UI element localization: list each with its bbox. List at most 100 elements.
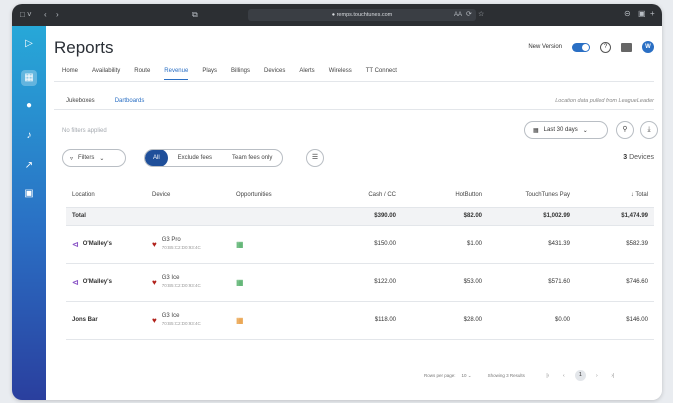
device-name: G3 Pro [161,237,181,243]
tt-pay-value: $571.60 [488,263,576,302]
main-content: Reports New Version ? W Home Availabilit… [46,26,662,400]
tabs-icon[interactable]: ▣ [638,9,646,19]
tab-alerts[interactable]: Alerts [299,68,314,80]
tab-overview-icon[interactable]: □ ˅ [20,10,32,20]
device-mac: 70:B5:C2:D0:93:4C [161,245,201,250]
total-tt-pay: $1,002.99 [488,207,576,226]
table-row[interactable]: Jons Bar ♥ G3 Ice 70:B5:C2:D0:93:4C ▦ $118… [66,301,654,340]
trend-icon[interactable]: ↗ [21,158,37,174]
location-name[interactable]: Jons Bar [72,317,98,323]
search-button[interactable]: ⚲ [616,121,634,139]
segment-all[interactable]: All [145,150,168,166]
location-name[interactable]: O'Malley's [83,279,112,285]
first-page-icon[interactable]: |‹ [543,373,553,379]
tt-pay-value: $431.39 [488,225,576,264]
total-row: Total $390.00 $82.00 $1,002.99 $1,474.99 [66,207,654,226]
reader-icon[interactable]: AA [454,10,462,20]
new-version-toggle[interactable] [572,42,590,52]
columns-icon[interactable]: ☰ [306,149,324,167]
segment-exclude-fees[interactable]: Exclude fees [168,150,222,166]
prev-page-icon[interactable]: ‹ [559,373,569,379]
share-icon: ⊲ [72,239,79,249]
col-cash-cc[interactable]: Cash / CC [334,183,402,208]
cash-cc-value: $122.00 [334,263,402,302]
address-bar[interactable]: ● remps.touchtunes.com [248,9,476,21]
location-icon[interactable]: ● [21,98,37,114]
rows-per-page-select[interactable]: 10 ⌄ [462,373,472,379]
table-row[interactable]: ⊲ O'Malley's ♥ G3 Pro 70:B5:C2:D0:93:4C ▦ $… [66,225,654,264]
star-icon[interactable]: ☆ [478,10,484,20]
device-count-suffix: Devices [629,154,654,161]
downloads-icon[interactable]: ⊝ [624,9,631,19]
cash-cc-value: $118.00 [334,301,402,340]
table-header-row: Location Device Opportunities Cash / CC … [66,183,654,208]
col-location[interactable]: Location [66,183,146,208]
header-actions: New Version ? W [528,40,654,54]
new-tab-icon[interactable]: + [650,9,655,19]
opportunity-icon[interactable]: ▦ [236,240,244,249]
col-total[interactable]: ↓ Total [576,183,654,208]
logo-icon[interactable]: ▷ [21,36,37,52]
tab-billings[interactable]: Billings [231,68,250,80]
col-device[interactable]: Device [146,183,230,208]
calendar-icon: ▦ [533,127,539,134]
opportunity-icon[interactable]: ▦ [236,278,244,287]
device-mac: 70:B5:C2:D0:93:4C [161,321,201,326]
forward-icon[interactable]: › [56,10,59,20]
next-page-icon[interactable]: › [592,373,602,379]
tab-revenue[interactable]: Revenue [164,68,189,80]
divider [54,81,654,82]
tab-devices[interactable]: Devices [264,68,285,80]
hotbutton-value: $53.00 [402,263,488,302]
new-version-label: New Version [528,44,562,50]
col-touchtunes-pay[interactable]: TouchTunes Pay [488,183,576,208]
filters-label: Filters [78,155,95,161]
dartboard-icon: ♥ [152,239,157,249]
table-row[interactable]: ⊲ O'Malley's ♥ G3 Ice 70:B5:C2:D0:93:4C ▦ $… [66,263,654,302]
dartboard-icon: ♥ [152,315,157,325]
revenue-table: Location Device Opportunities Cash / CC … [66,183,654,340]
report-tabs: Home Availability Route Revenue Plays Bi… [62,68,397,80]
pagination: Rows per page: 10 ⌄ Showing 3 Results |‹… [424,370,654,381]
refresh-icon[interactable]: ⟳ [466,10,472,20]
opportunity-icon[interactable]: ▦ [236,316,244,325]
location-data-note: Location data pulled from LeagueLeader [555,98,654,104]
folder-icon[interactable] [621,42,632,52]
tab-availability[interactable]: Availability [92,68,120,80]
total-value: $582.39 [576,225,654,264]
segment-team-fees-only[interactable]: Team fees only [222,150,282,166]
device-mac: 70:B5:C2:D0:93:4C [161,283,201,288]
last-page-icon[interactable]: ›| [608,373,618,379]
page-title: Reports [54,38,114,57]
cart-icon[interactable]: ▣ [21,186,37,202]
col-hotbutton[interactable]: HotButton [402,183,488,208]
rows-per-page-value: 10 [461,372,467,378]
avatar[interactable]: W [642,41,654,53]
download-button[interactable]: ⤓ [640,121,658,139]
cash-cc-value: $150.00 [334,225,402,264]
device-name: G3 Ice [161,313,180,319]
browser-chrome: □ ˅ ‹ › ⧉ ● remps.touchtunes.com AA ⟳ ☆ … [12,4,662,26]
current-page[interactable]: 1 [574,370,586,381]
tab-tt-connect[interactable]: TT Connect [366,68,397,80]
dartboard-icon: ♥ [152,277,157,287]
filter-icon: ▿ [70,155,74,162]
tt-pay-value: $0.00 [488,301,576,340]
tab-plays[interactable]: Plays [202,68,217,80]
sidebar: ▷ ▦ ● ♪ ↗ ▣ [12,26,46,400]
music-icon[interactable]: ♪ [21,128,37,144]
help-icon[interactable]: ? [600,41,611,53]
share-icon[interactable]: ⧉ [192,10,198,20]
chevron-down-icon: ⌄ [582,127,588,134]
location-name[interactable]: O'Malley's [83,241,112,247]
chevron-down-icon: ⌄ [99,155,105,162]
filters-button[interactable]: ▿ Filters ⌄ [62,149,126,167]
total-label: Total [66,207,146,226]
tab-wireless[interactable]: Wireless [329,68,352,80]
back-icon[interactable]: ‹ [44,10,47,20]
reports-icon[interactable]: ▦ [21,70,37,86]
tab-home[interactable]: Home [62,68,78,80]
col-opportunities[interactable]: Opportunities [230,183,334,208]
date-range-dropdown[interactable]: ▦ Last 30 days ⌄ [524,121,608,139]
tab-route[interactable]: Route [134,68,150,80]
